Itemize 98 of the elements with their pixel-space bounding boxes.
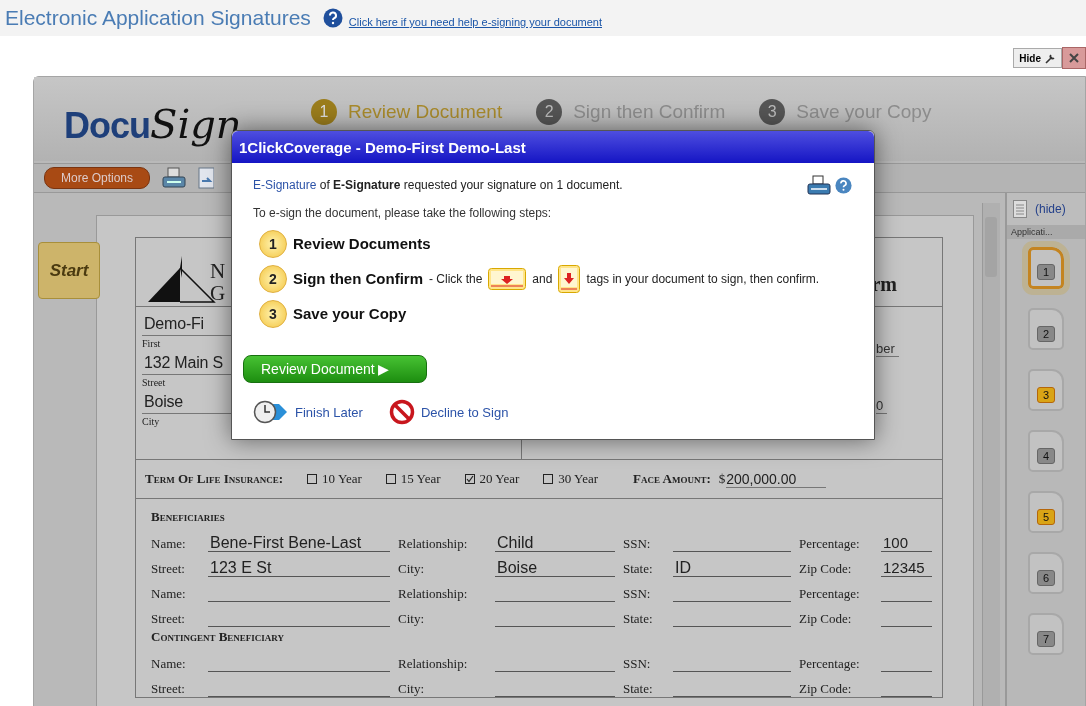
field-label: Percentage: <box>799 536 861 552</box>
option-label: 20 Year <box>479 471 520 487</box>
finish-later-link[interactable]: Finish Later <box>295 404 363 420</box>
page-thumbnail[interactable]: 3 <box>1028 369 1064 411</box>
sender-link[interactable]: E-Signature <box>253 178 317 192</box>
field-label: Percentage: <box>799 586 861 602</box>
field-value: Boise <box>144 393 184 410</box>
page-thumbnail[interactable]: 5 <box>1028 491 1064 533</box>
field-label: Street: <box>151 681 186 697</box>
field-label: City: <box>398 681 425 697</box>
printer-icon[interactable] <box>807 175 831 195</box>
fill-in-line[interactable]: 123 E St <box>208 558 390 577</box>
field-label: Name: <box>151 536 187 552</box>
close-button[interactable] <box>1062 47 1086 69</box>
field-label: Street: <box>151 561 186 577</box>
field-label: Zip Code: <box>799 611 853 627</box>
currency-sign: $ <box>718 471 726 487</box>
field-label: State: <box>623 611 654 627</box>
field-label: State: <box>623 561 654 577</box>
step-title: Sign then Confirm <box>293 270 423 287</box>
field-label: Street <box>142 376 167 390</box>
field-label: SSN: <box>623 586 652 602</box>
field-label: Percentage: <box>799 656 861 672</box>
face-amount-label: Face Amount: <box>633 471 711 487</box>
fill-in-line[interactable]: Bene-First Bene-Last <box>208 533 390 552</box>
field-label: SSN: <box>623 536 652 552</box>
printer-icon[interactable] <box>162 167 187 189</box>
decline-link[interactable]: Decline to Sign <box>420 404 509 420</box>
company-name-text: G <box>210 282 226 304</box>
field-label: SSN: <box>623 656 652 672</box>
fill-in-line[interactable]: Child <box>495 533 615 552</box>
help-icon[interactable] <box>322 8 343 28</box>
field-label: Name: <box>151 656 187 672</box>
field-label: First <box>142 337 162 351</box>
more-options-button[interactable]: More Options <box>44 167 151 189</box>
page-list-icon <box>1013 200 1027 218</box>
scrollbar[interactable] <box>982 203 1000 706</box>
section-heading: Beneficiaries <box>151 508 226 526</box>
section-heading: Contingent Beneficiary <box>151 628 285 646</box>
fill-in-line[interactable]: 12345 <box>881 558 932 577</box>
field-label: City: <box>398 611 425 627</box>
step-title: Review Documents <box>293 235 431 252</box>
option-label: 10 Year <box>322 471 362 487</box>
field-label: Relationship: <box>398 586 469 602</box>
step-text: tags in your document to sign, then confirm. <box>586 271 820 286</box>
hide-link[interactable]: (hide) <box>1035 202 1066 216</box>
document-icon[interactable] <box>198 167 215 189</box>
intro-text: E-Signature of E-Signature requested your signature on 1 document. <box>253 178 623 192</box>
fill-in-line[interactable]: 100 <box>881 533 932 552</box>
option-label: 30 Year <box>558 471 599 487</box>
term-label: Term Of Life Insurance: <box>145 471 284 487</box>
progress-step: 1 Review Document <box>311 99 503 125</box>
option-label: 15 Year <box>400 471 441 487</box>
page-thumbnail[interactable]: 7 <box>1028 613 1064 655</box>
field-label: Street: <box>151 611 186 627</box>
field-label: Zip Code: <box>799 681 853 697</box>
step-number: 3 <box>259 299 287 328</box>
step-number: 1 <box>259 229 287 258</box>
fill-in-line[interactable]: ID <box>673 558 791 577</box>
wrench-icon <box>1045 52 1056 64</box>
field-label: Relationship: <box>398 656 469 672</box>
prohibited-icon[interactable] <box>388 399 415 425</box>
close-icon <box>1069 53 1079 63</box>
page-title: Electronic Application Signatures <box>5 6 311 30</box>
field-value: 0 <box>876 398 888 414</box>
page-thumbnail[interactable]: 2 <box>1028 308 1064 350</box>
field-label: City: <box>398 561 425 577</box>
face-amount-value: 200,000.00 <box>726 470 827 488</box>
help-icon[interactable] <box>835 176 852 194</box>
company-name-text: N <box>210 260 226 282</box>
checkbox[interactable] <box>385 474 396 484</box>
step-text: and <box>532 271 553 286</box>
page-thumbnail[interactable]: 4 <box>1028 430 1064 472</box>
field-label: City <box>142 415 161 429</box>
sign-tag-icon <box>488 267 527 290</box>
page-thumbnail[interactable]: 6 <box>1028 552 1064 594</box>
field-value: ber <box>876 341 899 357</box>
hide-button[interactable]: Hide <box>1013 48 1062 68</box>
dialog-title: 1ClickCoverage - Demo-First Demo-Last <box>232 131 874 163</box>
fill-in-line[interactable]: Boise <box>495 558 615 577</box>
initial-tag-icon <box>558 264 581 293</box>
start-tab[interactable]: Start <box>38 242 100 299</box>
field-label: Name: <box>151 586 187 602</box>
field-label: Zip Code: <box>799 561 853 577</box>
clock-arrow-icon[interactable] <box>253 400 289 424</box>
help-link[interactable]: Click here if you need help e-signing your document <box>348 16 602 28</box>
field-label: State: <box>623 681 654 697</box>
field-value: Demo-Fi <box>144 315 204 332</box>
checkbox[interactable] <box>543 474 554 484</box>
step-number: 2 <box>259 264 287 293</box>
step-title: Save your Copy <box>293 305 407 322</box>
checkbox[interactable] <box>464 474 475 484</box>
step-text: - Click the <box>429 271 483 286</box>
section-header[interactable]: Applicati... <box>1007 225 1085 239</box>
field-label: Relationship: <box>398 536 469 552</box>
field-value: 132 Main S <box>144 354 223 371</box>
checkbox[interactable] <box>307 474 318 484</box>
instruction-text: To e-sign the document, please take the following steps: <box>253 206 553 220</box>
